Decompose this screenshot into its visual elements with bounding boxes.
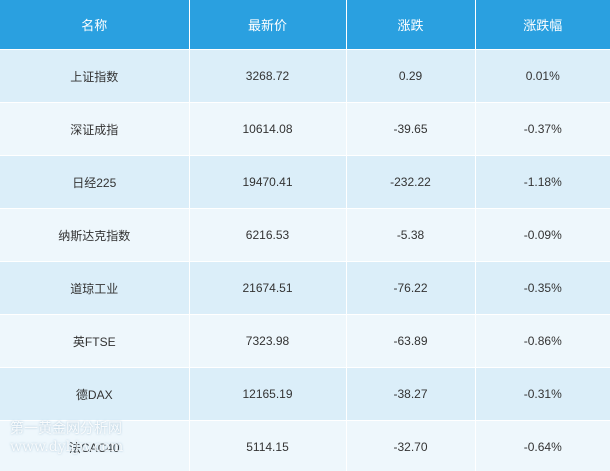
cell-change-percent: -1.18% (475, 155, 610, 209)
cell-latest-price: 10614.08 (189, 102, 347, 156)
cell-change-percent: -0.35% (475, 261, 610, 315)
cell-name: 德DAX (0, 367, 190, 421)
table-row: 英FTSE 7323.98 -63.89 -0.86% (0, 314, 610, 368)
column-header-change: 涨跌 (346, 0, 476, 50)
cell-change-percent: -0.86% (475, 314, 610, 368)
cell-change: -32.70 (346, 420, 476, 471)
column-header-name: 名称 (0, 0, 190, 50)
cell-latest-price: 19470.41 (189, 155, 347, 209)
cell-change: -76.22 (346, 261, 476, 315)
cell-name: 上证指数 (0, 49, 190, 103)
cell-change-percent: -0.09% (475, 208, 610, 262)
table-row: 日经225 19470.41 -232.22 -1.18% (0, 155, 610, 209)
cell-change-percent: -0.64% (475, 420, 610, 471)
column-header-change-percent: 涨跌幅 (475, 0, 610, 50)
cell-latest-price: 21674.51 (189, 261, 347, 315)
column-header-latest-price: 最新价 (189, 0, 347, 50)
cell-change-percent: 0.01% (475, 49, 610, 103)
table-row: 道琼工业 21674.51 -76.22 -0.35% (0, 261, 610, 315)
cell-change-percent: -0.31% (475, 367, 610, 421)
market-index-table: 名称 最新价 涨跌 涨跌幅 上证指数 3268.72 0.29 0.01% 深证… (0, 0, 610, 471)
market-index-table-panel: 名称 最新价 涨跌 涨跌幅 上证指数 3268.72 0.29 0.01% 深证… (0, 0, 610, 471)
table-header-row: 名称 最新价 涨跌 涨跌幅 (0, 0, 610, 50)
cell-change: -38.27 (346, 367, 476, 421)
cell-name: 道琼工业 (0, 261, 190, 315)
cell-latest-price: 6216.53 (189, 208, 347, 262)
cell-latest-price: 5114.15 (189, 420, 347, 471)
table-row: 纳斯达克指数 6216.53 -5.38 -0.09% (0, 208, 610, 262)
table-row: 法CAC40 5114.15 -32.70 -0.64% (0, 420, 610, 471)
cell-latest-price: 3268.72 (189, 49, 347, 103)
cell-change: -5.38 (346, 208, 476, 262)
cell-latest-price: 12165.19 (189, 367, 347, 421)
cell-name: 日经225 (0, 155, 190, 209)
table-row: 德DAX 12165.19 -38.27 -0.31% (0, 367, 610, 421)
cell-change: -63.89 (346, 314, 476, 368)
table-row: 深证成指 10614.08 -39.65 -0.37% (0, 102, 610, 156)
cell-change: -39.65 (346, 102, 476, 156)
cell-name: 纳斯达克指数 (0, 208, 190, 262)
cell-change: 0.29 (346, 49, 476, 103)
cell-name: 英FTSE (0, 314, 190, 368)
cell-latest-price: 7323.98 (189, 314, 347, 368)
cell-change-percent: -0.37% (475, 102, 610, 156)
cell-name: 深证成指 (0, 102, 190, 156)
cell-change: -232.22 (346, 155, 476, 209)
cell-name: 法CAC40 (0, 420, 190, 471)
table-row: 上证指数 3268.72 0.29 0.01% (0, 49, 610, 103)
